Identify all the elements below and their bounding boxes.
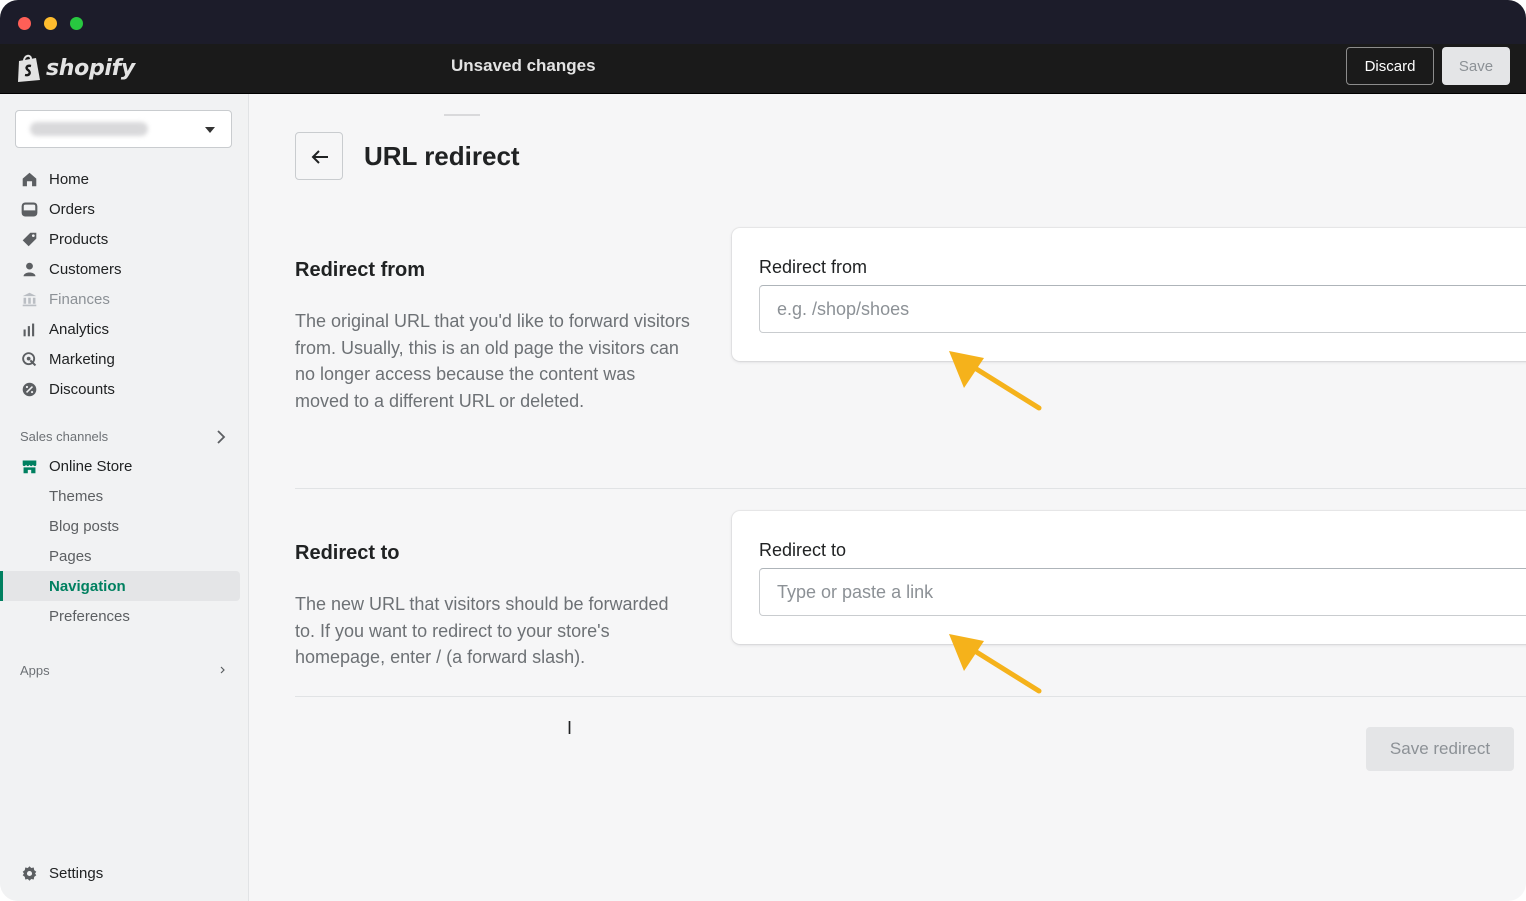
store-selector[interactable]: [15, 110, 232, 148]
shopify-logo[interactable]: shopify: [16, 50, 135, 86]
sidebar-item-customers[interactable]: Customers: [0, 254, 240, 284]
redirect-to-heading: Redirect to: [295, 542, 400, 564]
sidebar-item-products[interactable]: Products: [0, 224, 240, 254]
home-icon: [22, 172, 37, 187]
annotation-arrow-icon: [949, 634, 1042, 694]
redirect-from-card: Redirect from: [732, 228, 1526, 361]
bank-icon: [22, 292, 37, 307]
sidebar-item-marketing[interactable]: Marketing: [0, 344, 240, 374]
orders-icon: [21, 202, 38, 217]
sidebar-item-label: Discounts: [49, 380, 115, 398]
sidebar-item-analytics[interactable]: Analytics: [0, 314, 240, 344]
redirect-to-description: The new URL that visitors should be forw…: [295, 594, 669, 667]
sidebar-item-label: Home: [49, 170, 90, 188]
section-divider: [295, 696, 1526, 697]
sidebar-subitem-themes[interactable]: Themes: [0, 481, 240, 511]
redirect-from-heading: Redirect from: [295, 259, 426, 281]
sidebar-item-label: Online Store: [49, 457, 133, 475]
sidebar-item-home[interactable]: Home: [0, 164, 240, 194]
sidebar-subitem-label: Blog posts: [49, 517, 120, 535]
redirect-to-input[interactable]: [759, 568, 1526, 616]
sidebar-subitem-label: Pages: [49, 547, 92, 565]
redirect-to-label: Redirect to: [759, 540, 847, 560]
arrow-left-icon: [311, 150, 328, 164]
sidebar-item-finances[interactable]: Finances: [0, 284, 240, 314]
minimize-window-button[interactable]: [44, 17, 57, 30]
redirect-from-description: The original URL that you'd like to forw…: [295, 311, 690, 411]
annotation-arrow-icon: [949, 351, 1042, 411]
sidebar-item-label: Customers: [49, 260, 122, 278]
sales-channels-heading: Sales channels: [20, 429, 109, 444]
chevron-right-icon[interactable]: [214, 429, 228, 445]
shopify-wordmark: shopify: [46, 55, 135, 81]
save-redirect-button[interactable]: Save redirect: [1366, 727, 1514, 771]
sidebar-item-label: Marketing: [49, 350, 115, 368]
chevron-right-icon[interactable]: [220, 666, 226, 674]
gear-icon: [22, 866, 37, 881]
sidebar-item-settings[interactable]: Settings: [0, 858, 240, 888]
back-button[interactable]: [295, 132, 343, 180]
store-icon: [22, 460, 37, 474]
sidebar-item-label: Orders: [49, 200, 95, 218]
sidebar: Home Orders Products Customers Finances …: [0, 94, 249, 901]
page-title: URL redirect: [364, 141, 520, 171]
store-name-blurred: [30, 122, 148, 136]
shopify-bag-icon: [18, 54, 40, 82]
sidebar-item-label: Analytics: [49, 320, 110, 338]
active-indicator: [0, 571, 3, 601]
unsaved-changes-label: Unsaved changes: [451, 56, 596, 75]
redirect-from-input[interactable]: [759, 285, 1526, 333]
discount-icon: [22, 382, 37, 397]
close-window-button[interactable]: [18, 17, 31, 30]
redirect-from-label: Redirect from: [759, 257, 868, 277]
sidebar-subitem-label: Preferences: [49, 607, 130, 625]
apps-heading: Apps: [20, 663, 50, 678]
text-cursor-icon: I: [567, 718, 573, 738]
save-button[interactable]: Save: [1442, 47, 1510, 85]
tag-icon: [22, 232, 37, 247]
window-titlebar: [0, 0, 1526, 44]
sidebar-item-label: Finances: [49, 290, 110, 308]
sidebar-subitem-blog-posts[interactable]: Blog posts: [0, 511, 240, 541]
discard-button[interactable]: Discard: [1346, 47, 1434, 85]
sidebar-item-discounts[interactable]: Discounts: [0, 374, 240, 404]
maximize-window-button[interactable]: [70, 17, 83, 30]
section-divider: [295, 488, 1526, 489]
sidebar-subitem-navigation[interactable]: Navigation: [0, 571, 240, 601]
sidebar-subitem-label: Themes: [49, 487, 104, 505]
target-icon: [22, 352, 37, 367]
redirect-to-card: Redirect to: [732, 511, 1526, 644]
top-divider-hint: [444, 114, 480, 116]
person-icon: [23, 262, 36, 277]
sidebar-subitem-pages[interactable]: Pages: [0, 541, 240, 571]
caret-down-icon: [205, 127, 215, 133]
main-content: URL redirect Redirect from The original …: [250, 94, 1526, 901]
sidebar-item-orders[interactable]: Orders: [0, 194, 240, 224]
app-window: shopify Unsaved changes Discard Save Hom…: [0, 0, 1526, 901]
sidebar-item-online-store[interactable]: Online Store: [0, 451, 240, 481]
sidebar-subitem-label: Navigation: [49, 577, 126, 595]
sidebar-subitem-preferences[interactable]: Preferences: [0, 601, 240, 631]
sidebar-item-label: Settings: [49, 864, 104, 882]
bar-chart-icon: [23, 323, 35, 337]
top-bar: shopify Unsaved changes Discard Save: [0, 44, 1526, 94]
sidebar-item-label: Products: [49, 230, 109, 248]
